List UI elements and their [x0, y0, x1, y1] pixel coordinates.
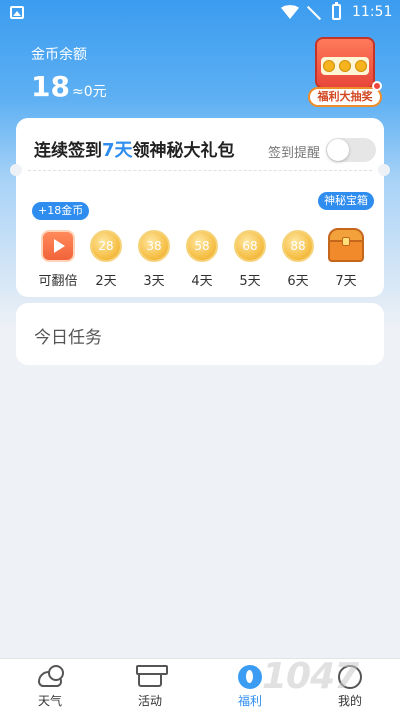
card-notch-right — [378, 164, 390, 176]
coin-icon — [355, 60, 367, 72]
nav-item-weather[interactable]: 天气 — [15, 659, 85, 711]
coin-icon — [323, 60, 335, 72]
day-label: 2天 — [95, 274, 117, 289]
image-icon — [10, 6, 24, 19]
mystery-box-bubble: 神秘宝箱 — [318, 192, 374, 210]
chest-lock — [342, 237, 350, 246]
task-card: 今日任务 — [16, 303, 384, 365]
nav-label: 天气 — [37, 694, 62, 708]
coin-icon: 28 — [90, 230, 122, 262]
signin-days: 可翻倍 28 2天 38 3天 58 4天 68 5天 88 6天 7天 — [34, 228, 374, 290]
coin-count: 18 — [31, 70, 70, 103]
balance-label: 金币余额 — [31, 47, 87, 63]
signal-icon — [306, 5, 322, 21]
lottery-slots — [321, 57, 369, 75]
video-icon — [41, 230, 75, 262]
treasure-chest-icon — [328, 228, 364, 262]
signin-title-highlight: 7天 — [102, 140, 133, 161]
balance-amount[interactable]: 18 ≈0元 — [31, 70, 107, 103]
status-bar: 11:51 — [0, 0, 400, 26]
card-notch-left — [10, 164, 22, 176]
yuan-equivalent: ≈0元 — [71, 84, 107, 100]
nav-item-activity[interactable]: 活动 — [115, 659, 185, 711]
signin-title: 连续签到7天领神秘大礼包 — [34, 136, 235, 162]
coin-icon — [339, 60, 351, 72]
signin-title-suffix: 领神秘大礼包 — [132, 141, 235, 161]
coin-icon: 58 — [186, 230, 218, 262]
notification-dot — [372, 81, 382, 91]
gift-icon — [136, 665, 168, 687]
nav-label: 活动 — [137, 694, 162, 708]
battery-icon — [332, 2, 341, 20]
toggle-knob — [327, 139, 349, 161]
status-time: 11:51 — [352, 4, 393, 20]
divider — [28, 170, 372, 171]
coin-icon: 68 — [234, 230, 266, 262]
wifi-icon — [281, 5, 299, 19]
lottery-label: 福利大抽奖 — [308, 87, 382, 107]
day-label: 7天 — [335, 274, 357, 289]
remind-label: 签到提醒 — [268, 146, 321, 161]
day-label: 3天 — [143, 274, 165, 289]
bonus-bubble: +18金币 — [32, 202, 90, 220]
coin-icon: 88 — [282, 230, 314, 262]
welfare-icon — [238, 665, 262, 689]
remind-toggle[interactable] — [326, 138, 376, 162]
day-label: 5天 — [239, 274, 261, 289]
watermark: 1047 — [262, 656, 359, 697]
slot-machine-icon — [315, 37, 375, 89]
weather-icon — [38, 665, 64, 687]
lottery-button[interactable]: 福利大抽奖 — [306, 33, 384, 109]
day-label: 6天 — [287, 274, 309, 289]
task-title: 今日任务 — [34, 328, 102, 348]
signin-title-prefix: 连续签到 — [34, 141, 102, 161]
day-label: 可翻倍 — [38, 274, 78, 289]
coin-icon: 38 — [138, 230, 170, 262]
day-label: 4天 — [191, 274, 213, 289]
